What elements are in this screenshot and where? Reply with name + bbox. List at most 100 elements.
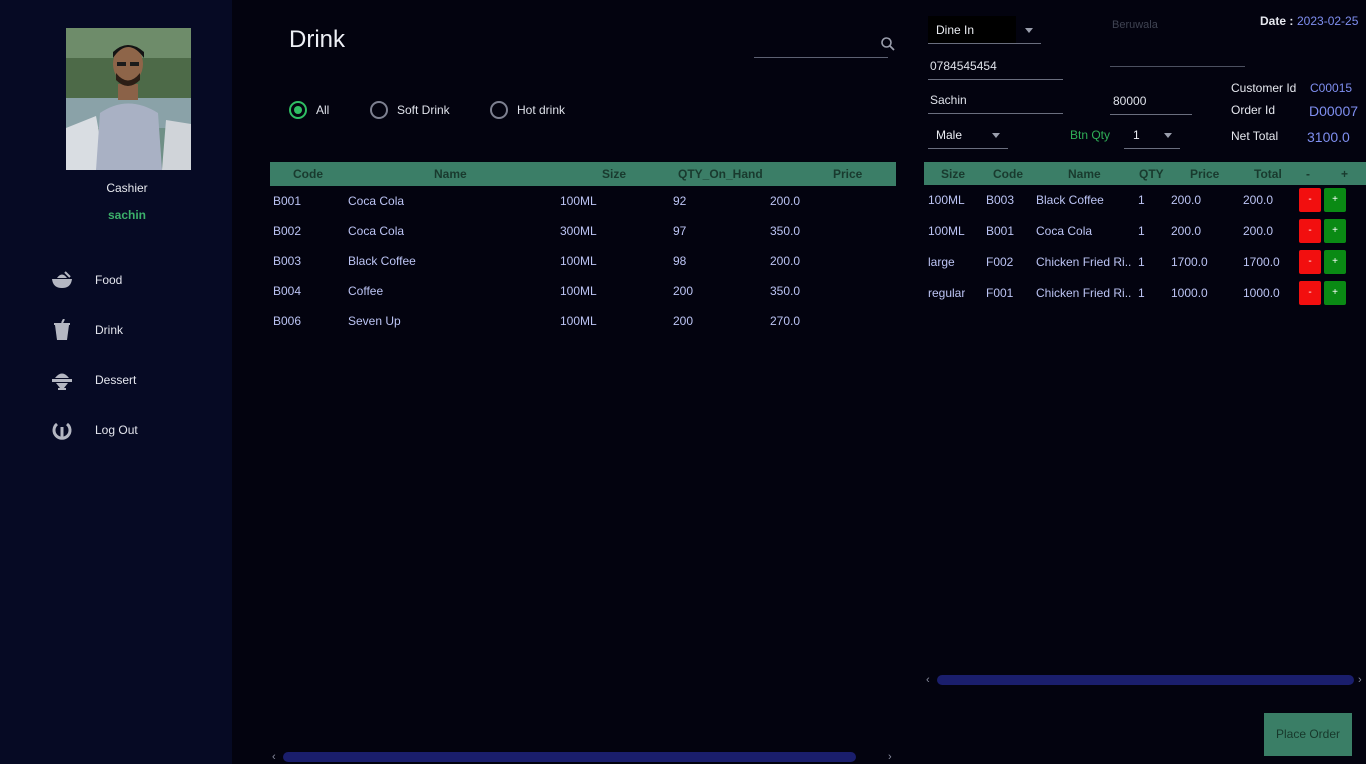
increase-qty-button[interactable]: + — [1324, 250, 1346, 274]
order-id-value: D00007 — [1309, 103, 1359, 119]
sidebar-item-food[interactable]: Food — [50, 267, 122, 293]
customer-name-field[interactable]: Sachin — [928, 88, 1063, 114]
cell-size: 100ML — [560, 284, 597, 298]
column-header-qty[interactable]: QTY_On_Hand — [678, 167, 763, 181]
column-header-code[interactable]: Code — [293, 167, 323, 181]
table-row[interactable]: B002 Coca Cola 300ML 97 350.0 — [270, 216, 896, 246]
decrease-qty-button[interactable]: - — [1299, 250, 1321, 274]
net-total-label: Net Total — [1231, 129, 1279, 143]
cell-code: B002 — [273, 224, 302, 238]
sidebar-item-label: Dessert — [95, 373, 137, 387]
search-icon[interactable] — [880, 36, 896, 52]
scroll-left-icon[interactable]: ‹ — [926, 674, 930, 686]
cell-name: Chicken Fried Ri... — [1036, 286, 1132, 300]
sidebar-item-label: Log Out — [95, 423, 138, 437]
decrease-qty-button[interactable]: - — [1299, 188, 1321, 212]
decrease-qty-button[interactable]: - — [1299, 281, 1321, 305]
column-header-price[interactable]: Price — [1190, 167, 1219, 181]
cell-price: 270.0 — [770, 314, 801, 328]
column-header-total[interactable]: Total — [1254, 167, 1282, 181]
phone-field[interactable]: 0784545454 — [928, 54, 1063, 80]
cell-qty: 1 — [1138, 224, 1145, 238]
amount-field[interactable]: 80000 — [1110, 89, 1192, 115]
cell-size: 100ML — [928, 193, 965, 207]
filter-radio-all[interactable]: All — [289, 100, 329, 120]
filter-radio-hot-drink[interactable]: Hot drink — [490, 100, 565, 120]
cell-name: Chicken Fried Ri... — [1036, 255, 1132, 269]
column-header-size[interactable]: Size — [941, 167, 965, 181]
table-row[interactable]: B001 Coca Cola 100ML 92 200.0 — [270, 186, 896, 216]
table-row[interactable]: B004 Coffee 100ML 200 350.0 — [270, 276, 896, 306]
table-row[interactable]: 100ML B003 Black Coffee 1 200.0 200.0 - … — [924, 185, 1366, 216]
logout-icon — [50, 418, 74, 442]
increase-qty-button[interactable]: + — [1324, 219, 1346, 243]
radio-unselected-icon — [490, 101, 508, 119]
cell-name: Coca Cola — [348, 224, 405, 238]
order-type-select[interactable]: Dine In — [928, 16, 1041, 44]
column-header-qty[interactable]: QTY — [1139, 167, 1164, 181]
scroll-right-icon[interactable]: › — [1358, 674, 1362, 686]
place-order-button[interactable]: Place Order — [1264, 713, 1352, 756]
cell-code: B001 — [273, 194, 302, 208]
filter-label: All — [316, 103, 330, 117]
order-id-label: Order Id — [1231, 103, 1276, 117]
cell-code: B003 — [273, 254, 302, 268]
city-field[interactable]: Beruwala — [1110, 19, 1245, 67]
column-header-price[interactable]: Price — [833, 167, 862, 181]
btn-qty-select[interactable]: 1 — [1124, 121, 1180, 149]
scroll-left-icon[interactable]: ‹ — [272, 751, 276, 763]
filter-radio-soft-drink[interactable]: Soft Drink — [370, 100, 450, 120]
cell-total: 200.0 — [1243, 224, 1274, 238]
sidebar-item-dessert[interactable]: Dessert — [50, 367, 136, 393]
sidebar-item-logout[interactable]: Log Out — [50, 417, 138, 443]
cell-qty: 1 — [1138, 255, 1145, 269]
cell-qty: 1 — [1138, 193, 1145, 207]
radio-unselected-icon — [370, 101, 388, 119]
sidebar-item-label: Drink — [95, 323, 124, 337]
city-placeholder: Beruwala — [1112, 19, 1158, 31]
order-table-body: 100ML B003 Black Coffee 1 200.0 200.0 - … — [924, 185, 1366, 315]
table-row[interactable]: regular F001 Chicken Fried Ri... 1 1000.… — [924, 278, 1366, 309]
scroll-right-icon[interactable]: › — [888, 751, 892, 763]
table-row[interactable]: B003 Black Coffee 100ML 98 200.0 — [270, 246, 896, 276]
cell-price: 1700.0 — [1171, 255, 1208, 269]
cell-total: 1700.0 — [1243, 255, 1280, 269]
column-header-name[interactable]: Name — [434, 167, 467, 181]
gender-select[interactable]: Male — [928, 121, 1008, 149]
drink-table-scrollbar[interactable] — [283, 752, 856, 762]
cell-qty: 200 — [673, 284, 694, 298]
cell-name: Black Coffee — [348, 254, 416, 268]
column-header-code[interactable]: Code — [993, 167, 1023, 181]
chevron-down-icon — [1164, 133, 1172, 138]
customer-name-value: Sachin — [930, 93, 967, 107]
filter-label: Soft Drink — [397, 103, 450, 117]
cell-name: Coffee — [348, 284, 384, 298]
cell-size: 100ML — [928, 224, 965, 238]
cell-code: B003 — [986, 193, 1015, 207]
column-header-plus[interactable]: + — [1341, 167, 1348, 181]
table-row[interactable]: B006 Seven Up 100ML 200 270.0 — [270, 306, 896, 336]
customer-id-value: C00015 — [1310, 81, 1353, 95]
food-bowl-icon — [50, 268, 74, 292]
increase-qty-button[interactable]: + — [1324, 281, 1346, 305]
radio-selected-icon — [289, 101, 307, 119]
search-input[interactable] — [754, 34, 876, 56]
chevron-down-icon — [992, 133, 1000, 138]
column-header-size[interactable]: Size — [602, 167, 626, 181]
cell-size: 100ML — [560, 314, 597, 328]
table-row[interactable]: large F002 Chicken Fried Ri... 1 1700.0 … — [924, 247, 1366, 278]
cell-name: Coca Cola — [348, 194, 405, 208]
phone-value: 0784545454 — [930, 59, 997, 73]
order-type-value: Dine In — [936, 23, 975, 37]
increase-qty-button[interactable]: + — [1324, 188, 1346, 212]
sidebar-item-drink[interactable]: Drink — [50, 317, 123, 343]
sidebar-item-label: Food — [95, 273, 123, 287]
table-row[interactable]: 100ML B001 Coca Cola 1 200.0 200.0 - + — [924, 216, 1366, 247]
cell-total: 200.0 — [1243, 193, 1274, 207]
decrease-qty-button[interactable]: - — [1299, 219, 1321, 243]
cell-code: B001 — [986, 224, 1015, 238]
column-header-name[interactable]: Name — [1068, 167, 1101, 181]
order-table-scrollbar[interactable] — [937, 675, 1354, 685]
sidebar: Cashier sachin Food Drink Dessert Log Ou… — [0, 0, 232, 764]
column-header-minus[interactable]: - — [1306, 167, 1310, 181]
